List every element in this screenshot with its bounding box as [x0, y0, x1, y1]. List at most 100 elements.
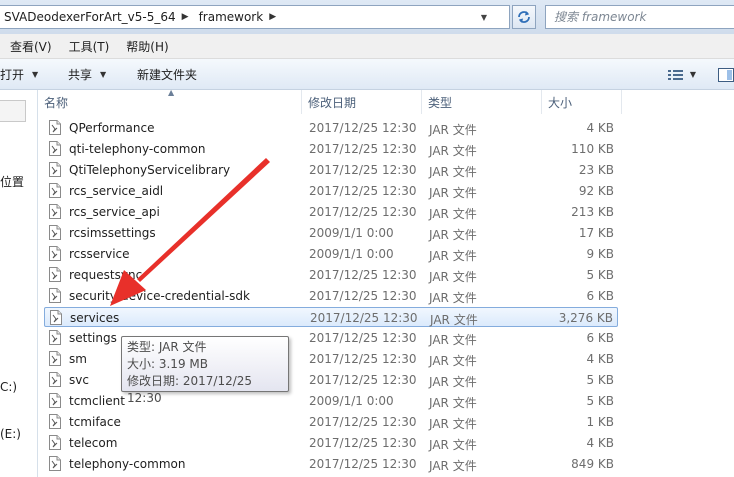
address-field[interactable]: SVADeodexerForArt_v5-5_64 ▶ framework ▶ …	[0, 5, 510, 29]
search-input[interactable]	[554, 10, 724, 24]
jar-file-icon	[49, 456, 61, 471]
file-row[interactable]: QtiTelephonyServicelibrary 2017/12/25 12:…	[44, 160, 618, 180]
file-type: JAR 文件	[429, 396, 477, 410]
file-size: 4 KB	[586, 352, 614, 366]
nav-item-drive-c[interactable]: C:)	[0, 380, 17, 394]
file-date: 2017/12/25 12:30	[309, 163, 417, 177]
view-controls: ▼	[667, 59, 734, 90]
jar-file-icon	[49, 288, 61, 303]
share-button[interactable]: 共享 ▼	[58, 66, 128, 83]
jar-file-icon	[49, 183, 61, 198]
breadcrumb-segment-0[interactable]: SVADeodexerForArt_v5-5_64	[0, 10, 180, 24]
file-date: 2009/1/1 0:00	[309, 247, 394, 261]
jar-file-icon	[49, 225, 61, 240]
breadcrumb-chevron-icon[interactable]: ▶	[180, 12, 195, 22]
file-row[interactable]: services 2017/12/25 12:30 JAR 文件 3,276 KB	[44, 307, 618, 327]
new-folder-label: 新建文件夹	[137, 67, 198, 82]
column-header-size[interactable]: 大小	[542, 90, 622, 114]
menu-bar: 查看(V) 工具(T) 帮助(H)	[0, 34, 734, 59]
file-row[interactable]: rcsimssettings 2009/1/1 0:00 JAR 文件 17 KB	[44, 223, 618, 243]
file-size: 5 KB	[586, 394, 614, 408]
open-button[interactable]: 打开 ▼	[0, 66, 58, 83]
column-headers: ▲ 名称 修改日期 类型 大小	[38, 88, 734, 114]
jar-file-icon	[49, 435, 61, 450]
search-box[interactable]	[545, 5, 734, 29]
jar-file-icon	[49, 204, 61, 219]
view-options-icon[interactable]	[667, 69, 684, 81]
file-name: svc	[69, 373, 89, 387]
jar-file-icon	[49, 351, 61, 366]
file-size: 6 KB	[586, 331, 614, 345]
share-dropdown-icon: ▼	[100, 69, 107, 79]
nav-item-locations[interactable]: 位置	[0, 173, 24, 190]
open-label: 打开	[0, 67, 25, 82]
breadcrumb-segment-1[interactable]: framework	[195, 10, 268, 24]
file-type: JAR 文件	[429, 375, 477, 389]
file-type: JAR 文件	[429, 417, 477, 431]
file-row[interactable]: rcs_service_aidl 2017/12/25 12:30 JAR 文件 92…	[44, 181, 618, 201]
file-name: telephony-common	[69, 457, 186, 471]
file-type: JAR 文件	[429, 354, 477, 368]
file-row[interactable]: rcs_service_api 2017/12/25 12:30 JAR 文件 213…	[44, 202, 618, 222]
tooltip-type: 类型: JAR 文件	[127, 340, 207, 354]
column-header-name[interactable]: 名称	[38, 90, 302, 114]
file-size: 1 KB	[586, 415, 614, 429]
file-size: 213 KB	[571, 205, 614, 219]
view-dropdown-icon[interactable]: ▼	[690, 70, 696, 79]
navigation-pane[interactable]: 位置 C:) (E:)	[0, 90, 38, 477]
file-date: 2017/12/25 12:30	[309, 331, 417, 345]
file-name: sm	[69, 352, 87, 366]
menu-help[interactable]: 帮助(H)	[126, 38, 177, 55]
file-date: 2017/12/25 12:30	[309, 289, 417, 303]
breadcrumb-chevron-icon[interactable]: ▶	[267, 12, 282, 22]
menu-view[interactable]: 查看(V)	[10, 38, 61, 55]
file-row[interactable]: telephony-common 2017/12/25 12:30 JAR 文件 84…	[44, 454, 618, 474]
file-name: rcsimssettings	[69, 226, 156, 240]
file-row[interactable]: telecom 2017/12/25 12:30 JAR 文件 4 KB	[44, 433, 618, 453]
file-row[interactable]: qti-telephony-common 2017/12/25 12:30 JAR …	[44, 139, 618, 159]
preview-pane-icon[interactable]	[718, 67, 734, 82]
column-header-date[interactable]: 修改日期	[302, 90, 422, 114]
file-row[interactable]: requestsync 2017/12/25 12:30 JAR 文件 5 KB	[44, 265, 618, 285]
file-size: 17 KB	[578, 226, 614, 240]
file-size: 5 KB	[586, 373, 614, 387]
column-header-type[interactable]: 类型	[422, 90, 542, 114]
file-row[interactable]: QPerformance 2017/12/25 12:30 JAR 文件 4 KB	[44, 118, 618, 138]
file-name: rcs_service_api	[69, 205, 160, 219]
new-folder-button[interactable]: 新建文件夹	[128, 66, 203, 83]
file-name: rcs_service_aidl	[69, 184, 164, 198]
command-bar: 打开 ▼ 共享 ▼ 新建文件夹 ▼	[0, 59, 734, 90]
file-date: 2017/12/25 12:30	[309, 457, 417, 471]
file-row[interactable]: rcsservice 2009/1/1 0:00 JAR 文件 9 KB	[44, 244, 618, 264]
file-row[interactable]: security-device-credential-sdk 2017/12/25…	[44, 286, 618, 306]
file-date: 2017/12/25 12:30	[309, 373, 417, 387]
file-info-tooltip: 类型: JAR 文件 大小: 3.19 MB 修改日期: 2017/12/25 …	[121, 336, 289, 405]
file-date: 2009/1/1 0:00	[309, 226, 394, 240]
file-date: 2009/1/1 0:00	[309, 394, 394, 408]
file-name: QPerformance	[69, 121, 155, 135]
jar-file-icon	[49, 141, 61, 156]
file-type: JAR 文件	[429, 459, 477, 473]
jar-file-icon	[49, 267, 61, 282]
refresh-button[interactable]	[512, 5, 536, 29]
share-label: 共享	[68, 67, 93, 82]
file-type: JAR 文件	[429, 165, 477, 179]
jar-file-icon	[49, 393, 61, 408]
address-dropdown-icon[interactable]: ▼	[477, 6, 491, 28]
file-size: 849 KB	[571, 457, 614, 471]
file-row[interactable]: tcmiface 2017/12/25 12:30 JAR 文件 1 KB	[44, 412, 618, 432]
file-date: 2017/12/25 12:30	[309, 121, 417, 135]
file-name: settings	[69, 331, 117, 345]
file-size: 92 KB	[578, 184, 614, 198]
file-name: qti-telephony-common	[69, 142, 206, 156]
file-type: JAR 文件	[429, 333, 477, 347]
nav-item-drive-e[interactable]: (E:)	[0, 427, 21, 441]
file-date: 2017/12/25 12:30	[309, 352, 417, 366]
nav-item-box[interactable]	[0, 100, 26, 122]
file-date: 2017/12/25 12:30	[309, 436, 417, 450]
jar-file-icon	[49, 372, 61, 387]
file-size: 4 KB	[586, 121, 614, 135]
menu-tools[interactable]: 工具(T)	[69, 38, 119, 55]
file-size: 110 KB	[571, 142, 614, 156]
file-name: requestsync	[69, 268, 143, 282]
